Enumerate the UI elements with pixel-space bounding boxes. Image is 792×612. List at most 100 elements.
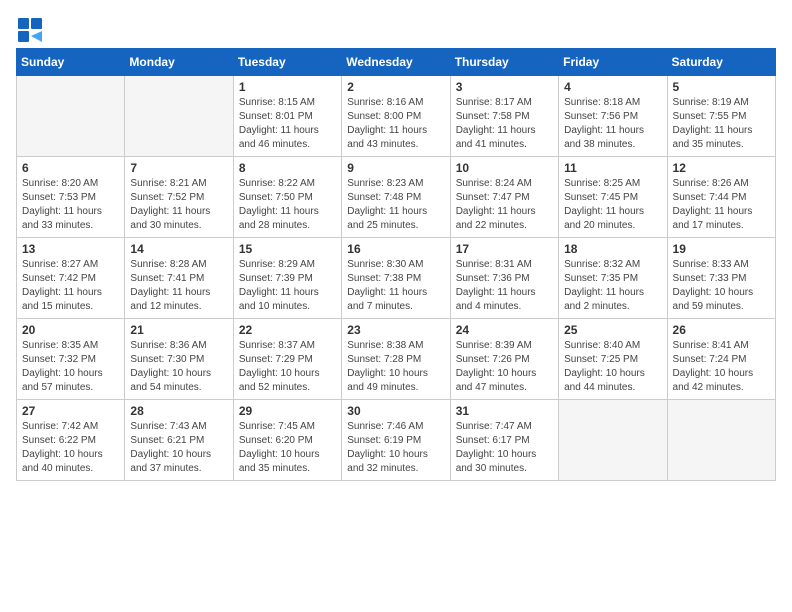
day-number: 2 (347, 80, 444, 94)
day-number: 8 (239, 161, 336, 175)
day-info: Sunrise: 7:46 AM Sunset: 6:19 PM Dayligh… (347, 420, 444, 476)
day-info: Sunrise: 7:47 AM Sunset: 6:17 PM Dayligh… (456, 420, 553, 476)
calendar-cell: 9 Sunrise: 8:23 AM Sunset: 7:48 PM Daylig… (342, 157, 450, 238)
calendar-cell: 25Sunrise: 8:40 AM Sunset: 7:25 PM Dayli… (559, 319, 667, 400)
day-number: 5 (673, 80, 770, 94)
calendar-week-1: 1Sunrise: 8:15 AM Sunset: 8:01 PM Daylig… (17, 76, 776, 157)
day-info: Sunrise: 8:30 AM Sunset: 7:38 PM Dayligh… (347, 258, 444, 314)
day-info: Sunrise: 8:35 AM Sunset: 7:32 PM Dayligh… (22, 339, 119, 395)
calendar-cell: 3 Sunrise: 8:17 AM Sunset: 7:58 PM Daylig… (450, 76, 558, 157)
calendar-cell: 11 Sunrise: 8:25 AM Sunset: 7:45 PM Dayli… (559, 157, 667, 238)
day-info: Sunrise: 8:22 AM Sunset: 7:50 PM Dayligh… (239, 177, 336, 233)
calendar-cell: 22 Sunrise: 8:37 AM Sunset: 7:29 PM Dayli… (233, 319, 341, 400)
calendar-cell: 26 Sunrise: 8:41 AM Sunset: 7:24 PM Dayli… (667, 319, 775, 400)
day-info: Sunrise: 8:27 AM Sunset: 7:42 PM Dayligh… (22, 258, 119, 314)
logo-icon (16, 16, 44, 44)
weekday-header-monday: Monday (125, 49, 233, 76)
day-info: Sunrise: 7:45 AM Sunset: 6:20 PM Dayligh… (239, 420, 336, 476)
day-number: 26 (673, 323, 770, 337)
calendar-cell (125, 76, 233, 157)
calendar-cell: 12 Sunrise: 8:26 AM Sunset: 7:44 PM Dayli… (667, 157, 775, 238)
calendar-week-5: 27Sunrise: 7:42 AM Sunset: 6:22 PM Dayli… (17, 400, 776, 481)
calendar-cell: 1Sunrise: 8:15 AM Sunset: 8:01 PM Daylig… (233, 76, 341, 157)
day-number: 23 (347, 323, 444, 337)
weekday-header-row: SundayMondayTuesdayWednesdayThursdayFrid… (17, 49, 776, 76)
calendar-cell: 13 Sunrise: 8:27 AM Sunset: 7:42 PM Dayli… (17, 238, 125, 319)
day-info: Sunrise: 8:37 AM Sunset: 7:29 PM Dayligh… (239, 339, 336, 395)
calendar-cell: 29 Sunrise: 7:45 AM Sunset: 6:20 PM Dayli… (233, 400, 341, 481)
calendar-cell: 5 Sunrise: 8:19 AM Sunset: 7:55 PM Daylig… (667, 76, 775, 157)
day-info: Sunrise: 8:31 AM Sunset: 7:36 PM Dayligh… (456, 258, 553, 314)
calendar-cell (17, 76, 125, 157)
day-number: 16 (347, 242, 444, 256)
weekday-header-wednesday: Wednesday (342, 49, 450, 76)
day-number: 14 (130, 242, 227, 256)
calendar-week-2: 6 Sunrise: 8:20 AM Sunset: 7:53 PM Daylig… (17, 157, 776, 238)
calendar-cell: 24Sunrise: 8:39 AM Sunset: 7:26 PM Dayli… (450, 319, 558, 400)
day-number: 3 (456, 80, 553, 94)
day-info: Sunrise: 8:33 AM Sunset: 7:33 PM Dayligh… (673, 258, 770, 314)
calendar-cell: 17Sunrise: 8:31 AM Sunset: 7:36 PM Dayli… (450, 238, 558, 319)
day-info: Sunrise: 8:15 AM Sunset: 8:01 PM Dayligh… (239, 96, 336, 152)
day-info: Sunrise: 8:40 AM Sunset: 7:25 PM Dayligh… (564, 339, 661, 395)
day-info: Sunrise: 8:36 AM Sunset: 7:30 PM Dayligh… (130, 339, 227, 395)
day-number: 11 (564, 161, 661, 175)
day-info: Sunrise: 8:41 AM Sunset: 7:24 PM Dayligh… (673, 339, 770, 395)
calendar-cell: 18 Sunrise: 8:32 AM Sunset: 7:35 PM Dayli… (559, 238, 667, 319)
day-info: Sunrise: 7:42 AM Sunset: 6:22 PM Dayligh… (22, 420, 119, 476)
day-number: 31 (456, 404, 553, 418)
calendar-cell: 31 Sunrise: 7:47 AM Sunset: 6:17 PM Dayli… (450, 400, 558, 481)
calendar-cell: 20 Sunrise: 8:35 AM Sunset: 7:32 PM Dayli… (17, 319, 125, 400)
calendar-cell: 6 Sunrise: 8:20 AM Sunset: 7:53 PM Daylig… (17, 157, 125, 238)
weekday-header-tuesday: Tuesday (233, 49, 341, 76)
day-info: Sunrise: 8:16 AM Sunset: 8:00 PM Dayligh… (347, 96, 444, 152)
day-number: 21 (130, 323, 227, 337)
calendar-cell: 14 Sunrise: 8:28 AM Sunset: 7:41 PM Dayli… (125, 238, 233, 319)
calendar-week-3: 13 Sunrise: 8:27 AM Sunset: 7:42 PM Dayli… (17, 238, 776, 319)
calendar-cell: 27Sunrise: 7:42 AM Sunset: 6:22 PM Dayli… (17, 400, 125, 481)
day-info: Sunrise: 8:38 AM Sunset: 7:28 PM Dayligh… (347, 339, 444, 395)
day-number: 28 (130, 404, 227, 418)
weekday-header-saturday: Saturday (667, 49, 775, 76)
calendar-cell: 4 Sunrise: 8:18 AM Sunset: 7:56 PM Daylig… (559, 76, 667, 157)
calendar-cell: 19 Sunrise: 8:33 AM Sunset: 7:33 PM Dayli… (667, 238, 775, 319)
calendar-cell: 10Sunrise: 8:24 AM Sunset: 7:47 PM Dayli… (450, 157, 558, 238)
day-info: Sunrise: 8:28 AM Sunset: 7:41 PM Dayligh… (130, 258, 227, 314)
calendar-cell: 28 Sunrise: 7:43 AM Sunset: 6:21 PM Dayli… (125, 400, 233, 481)
day-number: 13 (22, 242, 119, 256)
weekday-header-sunday: Sunday (17, 49, 125, 76)
day-number: 12 (673, 161, 770, 175)
calendar-cell: 23 Sunrise: 8:38 AM Sunset: 7:28 PM Dayli… (342, 319, 450, 400)
day-info: Sunrise: 8:19 AM Sunset: 7:55 PM Dayligh… (673, 96, 770, 152)
day-info: Sunrise: 7:43 AM Sunset: 6:21 PM Dayligh… (130, 420, 227, 476)
calendar-cell (559, 400, 667, 481)
day-number: 9 (347, 161, 444, 175)
day-info: Sunrise: 8:32 AM Sunset: 7:35 PM Dayligh… (564, 258, 661, 314)
calendar-cell: 15Sunrise: 8:29 AM Sunset: 7:39 PM Dayli… (233, 238, 341, 319)
calendar-cell: 30Sunrise: 7:46 AM Sunset: 6:19 PM Dayli… (342, 400, 450, 481)
calendar-cell: 21 Sunrise: 8:36 AM Sunset: 7:30 PM Dayli… (125, 319, 233, 400)
day-info: Sunrise: 8:17 AM Sunset: 7:58 PM Dayligh… (456, 96, 553, 152)
calendar: SundayMondayTuesdayWednesdayThursdayFrid… (16, 48, 776, 481)
day-number: 29 (239, 404, 336, 418)
calendar-week-4: 20 Sunrise: 8:35 AM Sunset: 7:32 PM Dayli… (17, 319, 776, 400)
page-header (16, 16, 776, 44)
day-number: 20 (22, 323, 119, 337)
day-number: 18 (564, 242, 661, 256)
day-info: Sunrise: 8:21 AM Sunset: 7:52 PM Dayligh… (130, 177, 227, 233)
day-number: 15 (239, 242, 336, 256)
day-number: 22 (239, 323, 336, 337)
day-number: 4 (564, 80, 661, 94)
day-number: 6 (22, 161, 119, 175)
weekday-header-thursday: Thursday (450, 49, 558, 76)
day-info: Sunrise: 8:24 AM Sunset: 7:47 PM Dayligh… (456, 177, 553, 233)
day-number: 19 (673, 242, 770, 256)
day-info: Sunrise: 8:26 AM Sunset: 7:44 PM Dayligh… (673, 177, 770, 233)
day-info: Sunrise: 8:23 AM Sunset: 7:48 PM Dayligh… (347, 177, 444, 233)
calendar-cell: 16 Sunrise: 8:30 AM Sunset: 7:38 PM Dayli… (342, 238, 450, 319)
day-info: Sunrise: 8:18 AM Sunset: 7:56 PM Dayligh… (564, 96, 661, 152)
logo (16, 16, 48, 44)
day-info: Sunrise: 8:20 AM Sunset: 7:53 PM Dayligh… (22, 177, 119, 233)
day-info: Sunrise: 8:25 AM Sunset: 7:45 PM Dayligh… (564, 177, 661, 233)
calendar-cell (667, 400, 775, 481)
